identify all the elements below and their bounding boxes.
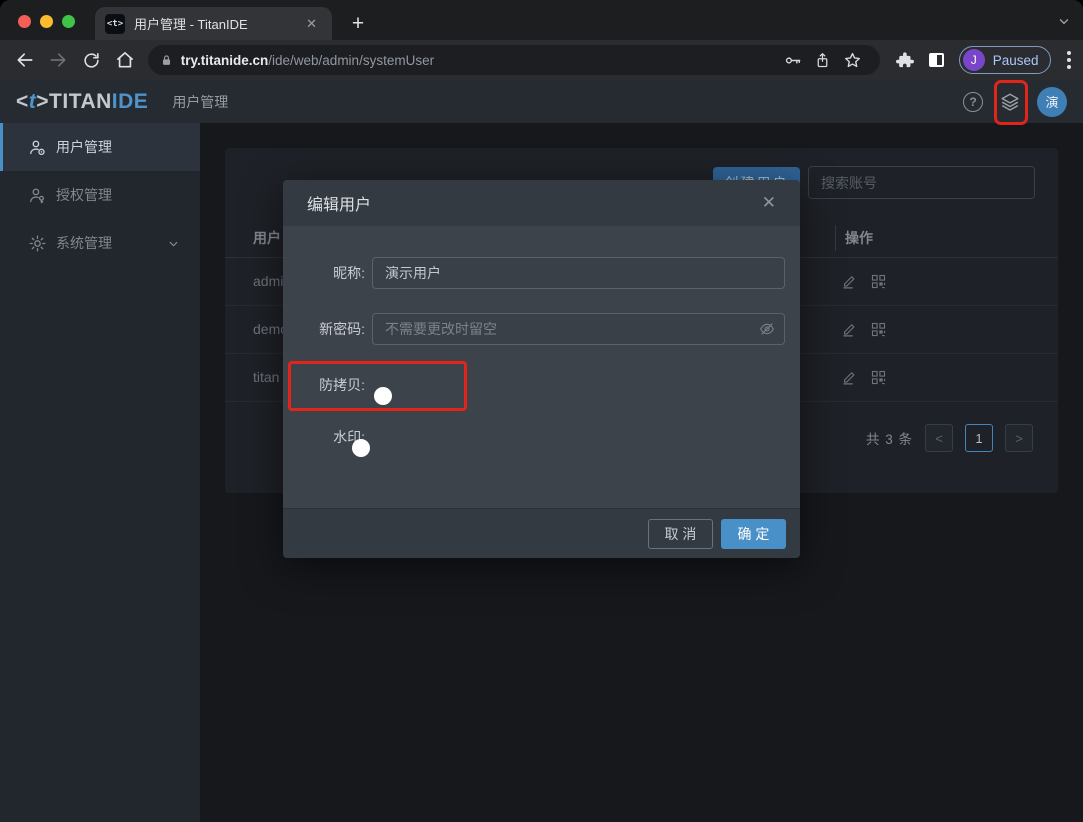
new-tab-button[interactable]: + (344, 10, 372, 38)
sidebar: 用户管理 授权管理 系统管理 (0, 123, 200, 822)
browser-toolbar: try.titanide.cn/ide/web/admin/systemUser… (0, 40, 1083, 80)
titanide-logo: <t>TITANIDE (16, 90, 148, 114)
watermark-row: 水印: (283, 427, 800, 447)
column-header-user: 用户 (253, 228, 281, 248)
pagination-total: 共 3 条 (866, 428, 913, 448)
sidebar-item-authorization-management[interactable]: 授权管理 (0, 171, 200, 219)
sidebar-item-system-management[interactable]: 系统管理 (0, 219, 200, 267)
side-panel-icon[interactable] (921, 44, 952, 76)
tab-close-icon[interactable]: ✕ (301, 14, 322, 34)
sidebar-item-user-management[interactable]: 用户管理 (0, 123, 200, 171)
close-window-button[interactable] (18, 15, 31, 28)
profile-paused-button[interactable]: J Paused (959, 46, 1052, 74)
user-gear-icon (27, 137, 47, 157)
minimize-window-button[interactable] (40, 15, 53, 28)
edit-pencil-icon[interactable] (841, 321, 858, 338)
url-text: try.titanide.cn/ide/web/admin/systemUser (181, 53, 778, 68)
dialog-footer: 取 消 确 定 (283, 508, 800, 558)
password-key-icon[interactable] (778, 46, 808, 74)
row-actions (841, 273, 887, 290)
column-header-actions: 操作 (845, 228, 873, 248)
browser-tab[interactable]: <t> 用户管理 - TitanIDE ✕ (95, 7, 332, 40)
profile-avatar: J (963, 49, 985, 71)
gear-icon (27, 233, 47, 253)
password-row: 新密码: (283, 313, 800, 345)
tab-search-chevron-icon[interactable] (1057, 14, 1071, 28)
url-host: try.titanide.cn (181, 53, 269, 68)
sidebar-item-label: 系统管理 (56, 233, 112, 253)
tab-title: 用户管理 - TitanIDE (134, 14, 301, 33)
qrcode-icon[interactable] (870, 273, 887, 290)
qrcode-icon[interactable] (870, 321, 887, 338)
new-password-input[interactable] (372, 313, 785, 345)
pagination-page-1[interactable]: 1 (965, 424, 993, 452)
back-button[interactable] (8, 43, 41, 77)
nickname-input[interactable] (372, 257, 785, 289)
reload-button[interactable] (75, 43, 108, 77)
bookmark-star-icon[interactable] (838, 46, 868, 74)
nickname-row: 昵称: (283, 257, 800, 289)
pagination-next-button[interactable]: > (1005, 424, 1033, 452)
browser-menu-kebab-icon[interactable] (1055, 44, 1083, 76)
pagination: 共 3 条 < 1 > (866, 424, 1033, 452)
confirm-button[interactable]: 确 定 (721, 519, 786, 549)
forward-button[interactable] (41, 43, 74, 77)
profile-status-label: Paused (993, 53, 1039, 68)
browser-window: <t> 用户管理 - TitanIDE ✕ + try.titanide.cn/… (0, 0, 1083, 822)
cell-username: titan (253, 369, 279, 385)
cancel-button[interactable]: 取 消 (648, 519, 713, 549)
tab-strip: <t> 用户管理 - TitanIDE ✕ + (0, 0, 1083, 40)
edit-pencil-icon[interactable] (841, 369, 858, 386)
user-avatar[interactable]: 演 (1037, 87, 1067, 117)
search-account-input[interactable] (808, 166, 1035, 199)
dialog-header: 编辑用户 ✕ (283, 180, 800, 226)
eye-off-icon[interactable] (759, 321, 775, 337)
sidebar-item-label: 用户管理 (56, 137, 112, 157)
edit-pencil-icon[interactable] (841, 273, 858, 290)
column-divider (835, 225, 836, 251)
tab-favicon-icon: <t> (105, 14, 125, 34)
home-button[interactable] (108, 43, 141, 77)
qrcode-icon[interactable] (870, 369, 887, 386)
app-header: <t>TITANIDE 用户管理 ? 演 (0, 80, 1083, 123)
row-actions (841, 321, 887, 338)
annotation-box-anticopy-toggle (288, 361, 467, 411)
url-path: /ide/web/admin/systemUser (268, 53, 434, 68)
lock-icon (160, 53, 173, 68)
address-bar[interactable]: try.titanide.cn/ide/web/admin/systemUser (148, 45, 880, 75)
help-icon[interactable]: ? (963, 92, 983, 112)
user-key-icon (27, 185, 47, 205)
chevron-down-icon (167, 237, 180, 250)
pagination-prev-button[interactable]: < (925, 424, 953, 452)
row-actions (841, 369, 887, 386)
traffic-lights (18, 15, 75, 28)
dialog-close-icon[interactable]: ✕ (762, 193, 776, 213)
nickname-label: 昵称: (283, 263, 365, 283)
zoom-window-button[interactable] (62, 15, 75, 28)
share-icon[interactable] (808, 46, 838, 74)
dialog-title: 编辑用户 (307, 191, 371, 215)
page-title: 用户管理 (172, 92, 228, 112)
sidebar-item-label: 授权管理 (56, 185, 112, 205)
annotation-box-layers-icon (994, 80, 1028, 125)
extensions-puzzle-icon[interactable] (890, 44, 921, 76)
password-label: 新密码: (283, 319, 365, 339)
